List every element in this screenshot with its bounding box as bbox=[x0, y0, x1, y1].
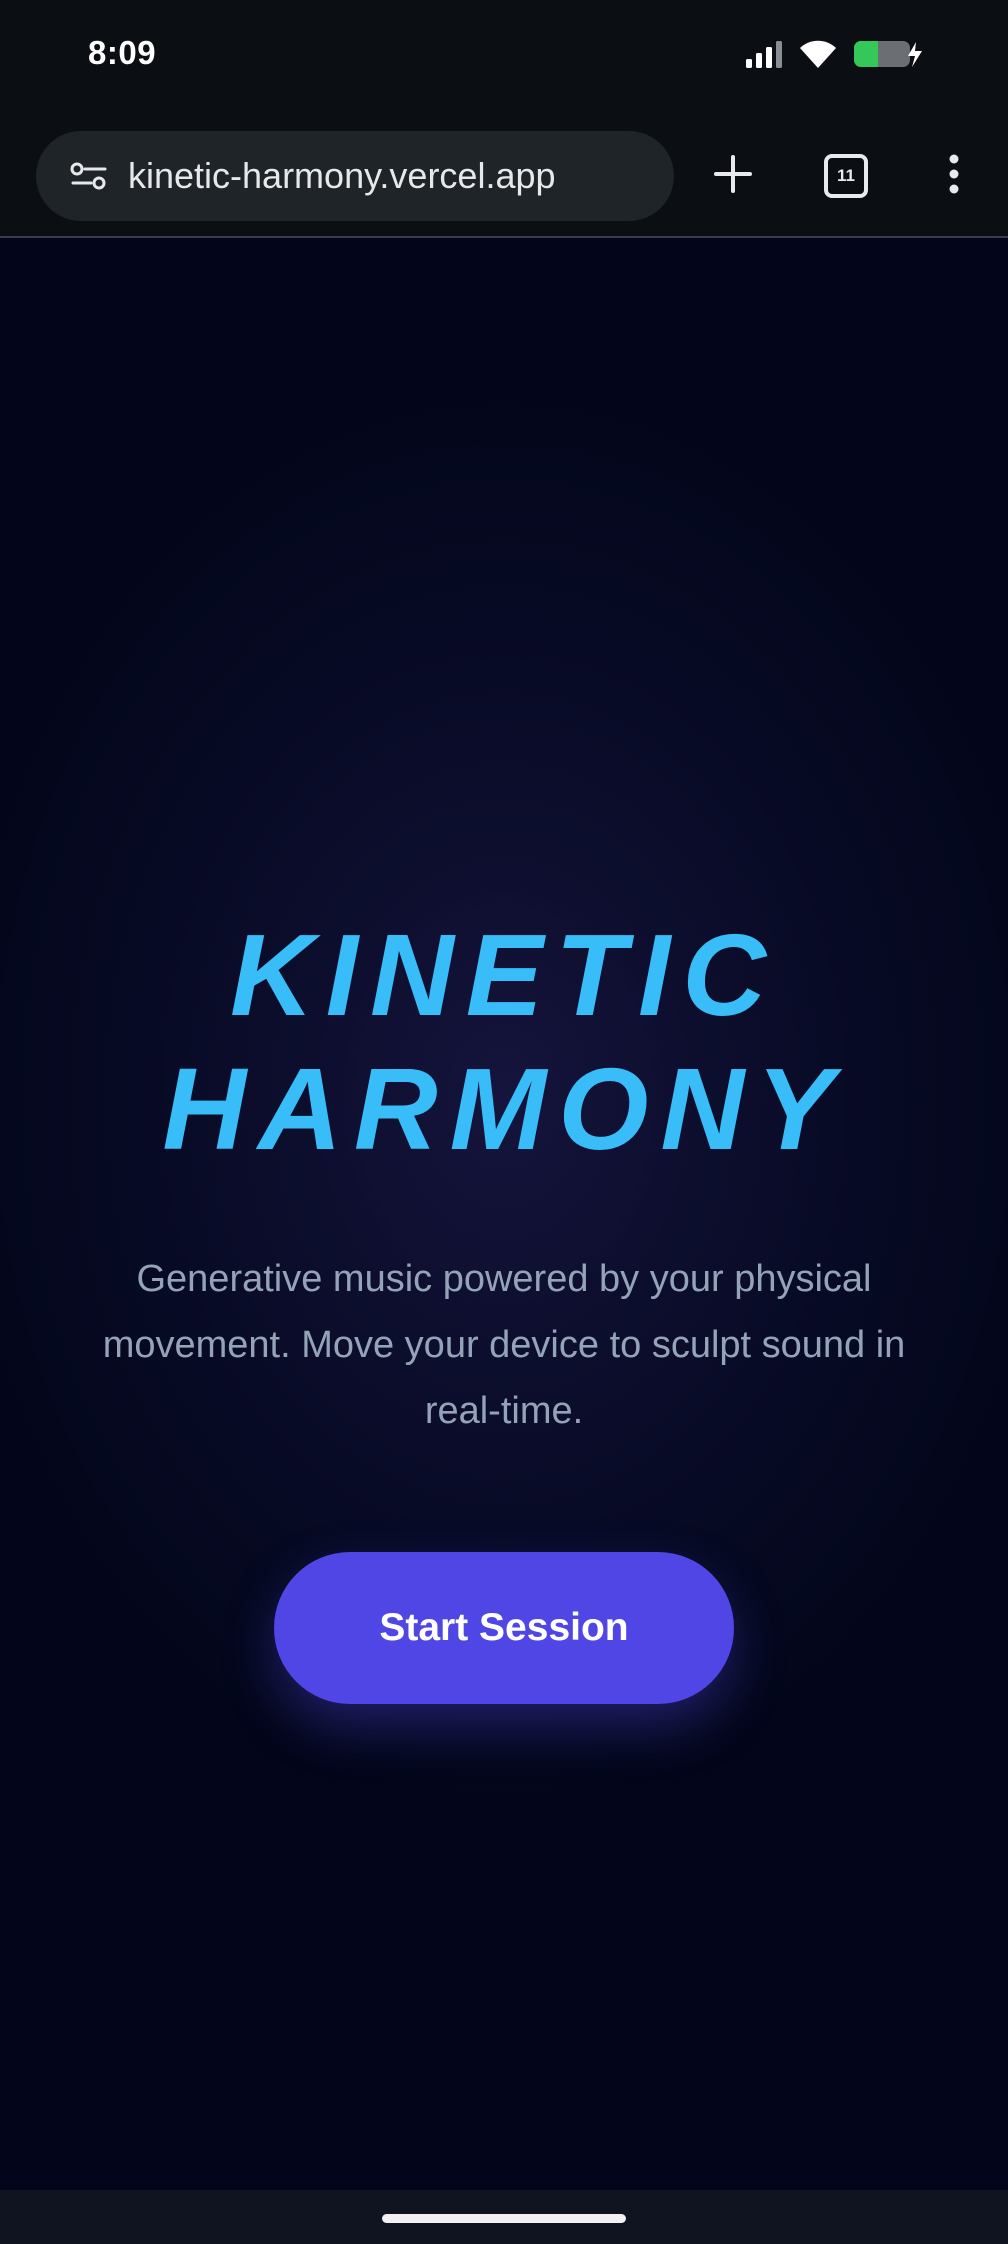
more-vertical-icon bbox=[948, 154, 960, 199]
hero-title-line-2: HARMONY bbox=[162, 1044, 846, 1174]
status-icons bbox=[744, 38, 924, 74]
landing-page: KINETIC HARMONY Generative music powered… bbox=[0, 238, 1008, 2190]
status-time: 8:09 bbox=[88, 34, 157, 71]
battery-charging-icon bbox=[852, 38, 924, 75]
browser-toolbar: kinetic-harmony.vercel.app 11 bbox=[0, 118, 1008, 238]
address-bar[interactable]: kinetic-harmony.vercel.app bbox=[36, 131, 674, 221]
hero-subtitle: Generative music powered by your physica… bbox=[102, 1258, 906, 1432]
site-settings-icon[interactable] bbox=[54, 156, 124, 196]
plus-icon bbox=[713, 154, 753, 199]
tab-switcher-icon: 11 bbox=[824, 154, 868, 198]
hero-title: KINETIC HARMONY bbox=[0, 908, 1008, 1176]
home-indicator[interactable] bbox=[382, 2214, 626, 2223]
url-text[interactable]: kinetic-harmony.vercel.app bbox=[128, 155, 556, 197]
more-menu-button[interactable] bbox=[914, 136, 994, 216]
new-tab-button[interactable] bbox=[693, 136, 773, 216]
tab-count: 11 bbox=[837, 166, 855, 185]
signal-icon bbox=[744, 39, 784, 74]
wifi-icon bbox=[798, 38, 838, 75]
hero-title-line-1: KINETIC bbox=[230, 910, 778, 1040]
tab-switcher-button[interactable]: 11 bbox=[806, 136, 886, 216]
system-nav-bar bbox=[0, 2190, 1008, 2244]
start-session-button[interactable]: Start Session bbox=[274, 1552, 734, 1704]
status-bar: 8:09 bbox=[0, 0, 1008, 118]
phone-screen: 8:09 kinetic-harmony.vercel.app 11 KINET… bbox=[0, 0, 1008, 2244]
